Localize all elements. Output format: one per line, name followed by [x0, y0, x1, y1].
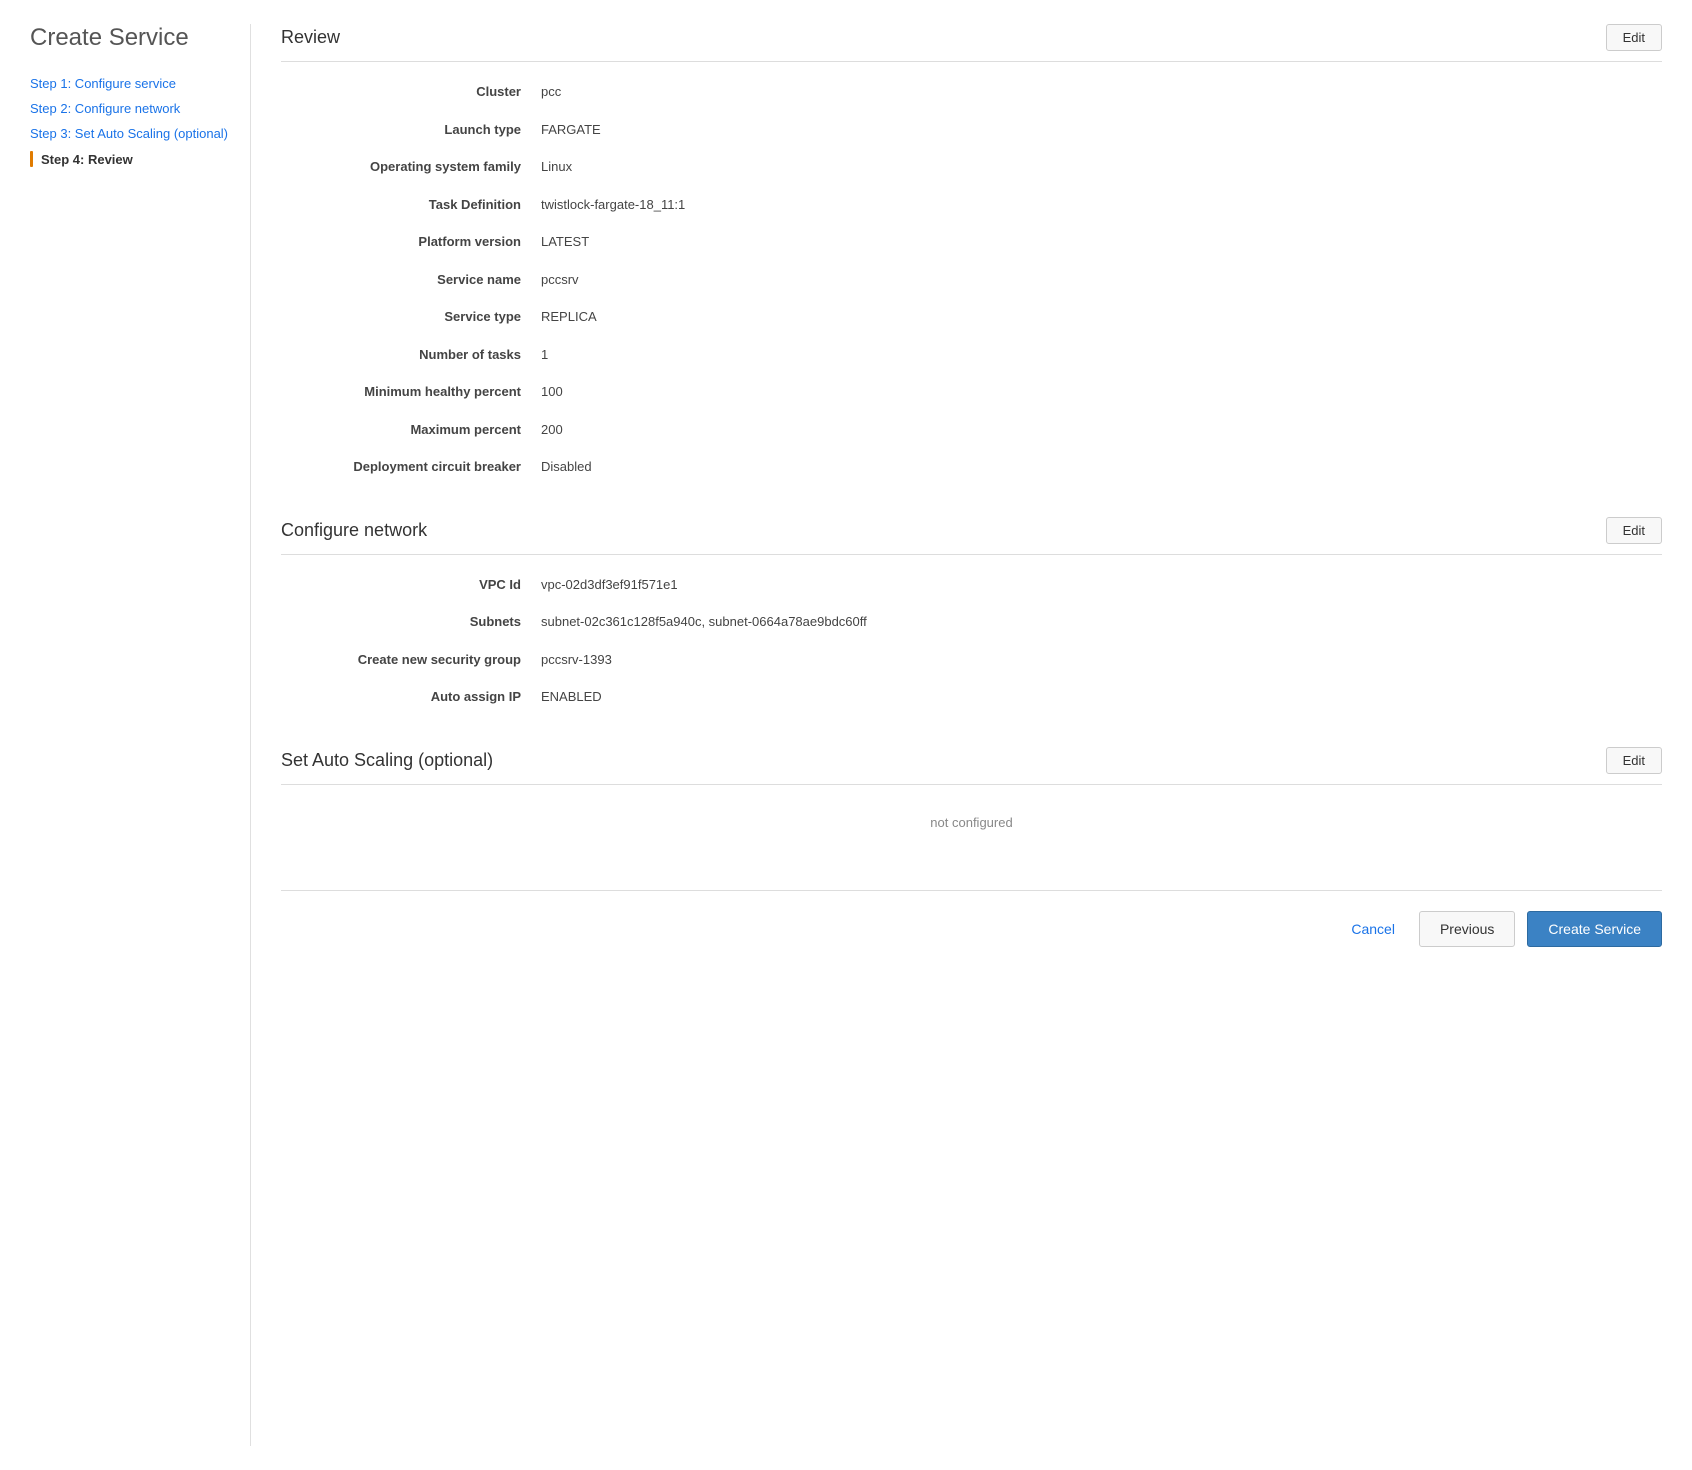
step4-label: Step 4: Review — [41, 152, 133, 167]
main-content: Review Edit Cluster pcc Launch type FARG… — [250, 24, 1662, 1446]
field-max-percent: Maximum percent 200 — [281, 420, 1662, 440]
field-value-os-family: Linux — [541, 157, 572, 177]
field-label-security-group: Create new security group — [281, 650, 541, 670]
network-section: Configure network Edit VPC Id vpc-02d3df… — [281, 517, 1662, 707]
field-value-task-definition: twistlock-fargate-18_11:1 — [541, 195, 685, 215]
field-label-num-tasks: Number of tasks — [281, 345, 541, 365]
field-label-os-family: Operating system family — [281, 157, 541, 177]
review-header: Review Edit — [281, 24, 1662, 62]
field-label-service-name: Service name — [281, 270, 541, 290]
field-value-subnets: subnet-02c361c128f5a940c, subnet-0664a78… — [541, 612, 867, 632]
step1-link[interactable]: Step 1: Configure service — [30, 76, 176, 91]
field-label-auto-assign-ip: Auto assign IP — [281, 687, 541, 707]
field-circuit-breaker: Deployment circuit breaker Disabled — [281, 457, 1662, 477]
field-vpc-id: VPC Id vpc-02d3df3ef91f571e1 — [281, 575, 1662, 595]
create-service-button[interactable]: Create Service — [1527, 911, 1662, 947]
sidebar-item-step4: Step 4: Review — [30, 151, 230, 167]
field-security-group: Create new security group pccsrv-1393 — [281, 650, 1662, 670]
field-label-min-healthy: Minimum healthy percent — [281, 382, 541, 402]
field-launch-type: Launch type FARGATE — [281, 120, 1662, 140]
review-edit-button[interactable]: Edit — [1606, 24, 1662, 51]
field-label-launch-type: Launch type — [281, 120, 541, 140]
field-label-subnets: Subnets — [281, 612, 541, 632]
sidebar-item-step3[interactable]: Step 3: Set Auto Scaling (optional) — [30, 126, 230, 141]
field-label-vpc-id: VPC Id — [281, 575, 541, 595]
field-label-task-definition: Task Definition — [281, 195, 541, 215]
autoscaling-header: Set Auto Scaling (optional) Edit — [281, 747, 1662, 785]
review-title: Review — [281, 27, 340, 48]
field-service-name: Service name pccsrv — [281, 270, 1662, 290]
field-value-max-percent: 200 — [541, 420, 563, 440]
field-auto-assign-ip: Auto assign IP ENABLED — [281, 687, 1662, 707]
previous-button[interactable]: Previous — [1419, 911, 1515, 947]
field-value-vpc-id: vpc-02d3df3ef91f571e1 — [541, 575, 678, 595]
field-value-min-healthy: 100 — [541, 382, 563, 402]
field-os-family: Operating system family Linux — [281, 157, 1662, 177]
cancel-button[interactable]: Cancel — [1339, 913, 1407, 945]
sidebar: Create Service Step 1: Configure service… — [30, 24, 250, 1446]
sidebar-item-step1[interactable]: Step 1: Configure service — [30, 76, 230, 91]
field-value-launch-type: FARGATE — [541, 120, 601, 140]
page-title: Create Service — [30, 24, 230, 52]
autoscaling-title: Set Auto Scaling (optional) — [281, 750, 493, 771]
field-value-security-group: pccsrv-1393 — [541, 650, 612, 670]
field-value-service-name: pccsrv — [541, 270, 579, 290]
field-min-healthy: Minimum healthy percent 100 — [281, 382, 1662, 402]
field-label-cluster: Cluster — [281, 82, 541, 102]
footer-actions: Cancel Previous Create Service — [281, 911, 1662, 967]
field-value-circuit-breaker: Disabled — [541, 457, 592, 477]
field-value-service-type: REPLICA — [541, 307, 597, 327]
field-task-definition: Task Definition twistlock-fargate-18_11:… — [281, 195, 1662, 215]
field-value-platform-version: LATEST — [541, 232, 589, 252]
review-section: Review Edit Cluster pcc Launch type FARG… — [281, 24, 1662, 477]
field-label-platform-version: Platform version — [281, 232, 541, 252]
field-label-service-type: Service type — [281, 307, 541, 327]
field-label-circuit-breaker: Deployment circuit breaker — [281, 457, 541, 477]
not-configured-text: not configured — [281, 805, 1662, 850]
nav-list: Step 1: Configure service Step 2: Config… — [30, 76, 230, 167]
field-platform-version: Platform version LATEST — [281, 232, 1662, 252]
field-service-type: Service type REPLICA — [281, 307, 1662, 327]
autoscaling-edit-button[interactable]: Edit — [1606, 747, 1662, 774]
field-value-auto-assign-ip: ENABLED — [541, 687, 602, 707]
step3-link[interactable]: Step 3: Set Auto Scaling (optional) — [30, 126, 228, 141]
field-label-max-percent: Maximum percent — [281, 420, 541, 440]
field-value-cluster: pcc — [541, 82, 561, 102]
network-header: Configure network Edit — [281, 517, 1662, 555]
network-edit-button[interactable]: Edit — [1606, 517, 1662, 544]
field-cluster: Cluster pcc — [281, 82, 1662, 102]
step2-link[interactable]: Step 2: Configure network — [30, 101, 180, 116]
field-subnets: Subnets subnet-02c361c128f5a940c, subnet… — [281, 612, 1662, 632]
autoscaling-section: Set Auto Scaling (optional) Edit not con… — [281, 747, 1662, 850]
field-value-num-tasks: 1 — [541, 345, 548, 365]
sidebar-item-step2[interactable]: Step 2: Configure network — [30, 101, 230, 116]
network-title: Configure network — [281, 520, 427, 541]
footer-divider — [281, 890, 1662, 891]
field-num-tasks: Number of tasks 1 — [281, 345, 1662, 365]
